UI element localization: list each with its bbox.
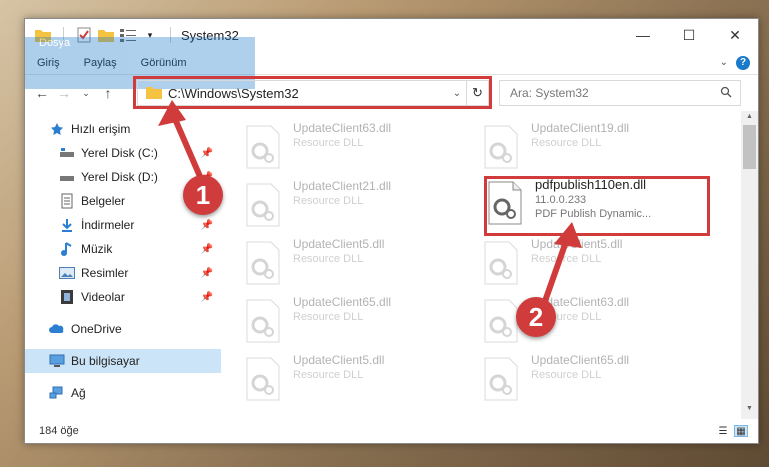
details-view-icon[interactable]: ☰ [716, 425, 730, 437]
computer-icon [49, 353, 65, 369]
sidebar-item-label: Resimler [81, 266, 129, 280]
file-list: UpdateClient63.dll Resource DLL UpdateCli… [221, 111, 758, 419]
file-description: Resource DLL [531, 137, 602, 149]
sidebar-item-label: Müzik [81, 242, 113, 256]
explorer-window: ▾ System32 — ☐ ✕ Dosya Giriş Paylaş Görü… [24, 18, 759, 444]
list-item[interactable]: UpdateClient65.dll Resource DLL [483, 353, 713, 405]
dll-file-icon [245, 183, 281, 227]
nav-gap [25, 341, 221, 349]
file-description: Resource DLL [293, 137, 364, 149]
documents-icon [59, 193, 75, 209]
list-item[interactable]: UpdateClient5.dll Resource DLL [245, 237, 475, 289]
search-icon [720, 86, 732, 101]
file-highlight-box [484, 176, 710, 236]
sidebar-item-label: Bu bilgisayar [71, 354, 140, 368]
file-name: UpdateClient19.dll [531, 121, 630, 135]
close-icon[interactable]: ✕ [712, 19, 758, 51]
list-item[interactable]: UpdateClient5.dllResource DLL [483, 237, 713, 289]
sidebar-item-label: Yerel Disk (C:) [81, 146, 158, 160]
dll-file-icon [245, 241, 281, 285]
sidebar-item-pictures[interactable]: Resimler 📌 [25, 261, 221, 285]
dll-file-icon [483, 125, 519, 169]
video-icon [59, 289, 75, 305]
file-description: Resource DLL [531, 369, 602, 381]
scroll-down-icon[interactable]: ▼ [741, 405, 758, 417]
sidebar-item-videos[interactable]: Videolar 📌 [25, 285, 221, 309]
search-input[interactable]: Ara: System32 [499, 80, 741, 106]
dll-file-icon [483, 241, 519, 285]
dll-file-icon [483, 357, 519, 401]
sidebar-item-label: OneDrive [71, 322, 122, 336]
pin-icon[interactable]: 📌 [201, 268, 213, 279]
list-item[interactable]: UpdateClient5.dll Resource DLL [245, 353, 475, 405]
file-description: Resource DLL [293, 253, 364, 265]
sidebar-item-label: Yerel Disk (D:) [81, 170, 158, 184]
dll-file-icon [245, 357, 281, 401]
status-bar: 184 öğe ☰ ▦ [25, 419, 758, 443]
drive-icon [59, 145, 75, 161]
sidebar-item-label: İndirmeler [81, 218, 135, 232]
up-arrow-icon[interactable]: ↑ [97, 85, 119, 101]
file-name: UpdateClient65.dll [531, 353, 630, 367]
sidebar-item-onedrive[interactable]: OneDrive [25, 317, 221, 341]
sidebar-item-label: Belgeler [81, 194, 126, 208]
annotation-badge-1: 1 [183, 175, 223, 215]
scrollbar-thumb[interactable] [743, 125, 756, 169]
tiles-view-icon[interactable]: ▦ [734, 425, 748, 437]
file-description: Resource DLL [293, 311, 364, 323]
minimize-icon[interactable]: — [620, 19, 666, 51]
music-icon [59, 241, 75, 257]
network-icon [49, 385, 65, 401]
view-toggle: ☰ ▦ [716, 425, 758, 437]
list-item[interactable]: UpdateClient63.dll Resource DLL [245, 121, 475, 173]
address-row: ← → ⌄ ↑ C:\Windows\System32 ⌄ ↻ Ara: Sys… [25, 75, 758, 111]
item-count: 184 öğe [39, 425, 79, 437]
drive-icon [59, 169, 75, 185]
cloud-icon [49, 321, 65, 337]
sidebar-item-music[interactable]: Müzik 📌 [25, 237, 221, 261]
window-controls: — ☐ ✕ [620, 19, 758, 51]
download-icon [59, 217, 75, 233]
ribbon-tabs: Dosya Giriş Paylaş Görünüm ⌄ ? [25, 36, 758, 89]
file-name: UpdateClient5.dll [293, 353, 385, 367]
recent-locations-icon[interactable]: ⌄ [75, 88, 97, 99]
sidebar-item-label: Ağ [71, 386, 86, 400]
nav-gap [25, 373, 221, 381]
list-item[interactable]: UpdateClient65.dll Resource DLL [245, 295, 475, 347]
dll-file-icon [245, 299, 281, 343]
help-icon[interactable]: ? [736, 55, 750, 70]
main-area: Hızlı erişim Yerel Disk (C:) 📌 Yerel Dis… [25, 111, 758, 419]
nav-gap [25, 309, 221, 317]
vertical-scrollbar[interactable]: ▲ ▼ [741, 111, 758, 419]
file-description: Resource DLL [293, 369, 364, 381]
search-placeholder: Ara: System32 [510, 86, 589, 100]
file-name: UpdateClient21.dll [293, 179, 392, 193]
star-icon [49, 121, 65, 137]
expand-ribbon-icon[interactable]: ⌄ [720, 57, 728, 68]
sidebar-item-downloads[interactable]: İndirmeler 📌 [25, 213, 221, 237]
maximize-icon[interactable]: ☐ [666, 19, 712, 51]
file-name: UpdateClient63.dll [293, 121, 392, 135]
pin-icon[interactable]: 📌 [201, 292, 213, 303]
file-name: UpdateClient5.dll [293, 237, 385, 251]
annotation-badge-2: 2 [516, 297, 556, 337]
back-arrow-icon[interactable]: ← [31, 85, 53, 101]
scroll-up-icon[interactable]: ▲ [741, 113, 758, 125]
dll-file-icon [245, 125, 281, 169]
list-item[interactable]: UpdateClient21.dll Resource DLL [245, 179, 475, 231]
pictures-icon [59, 265, 75, 281]
sidebar-item-label: Videolar [81, 290, 125, 304]
sidebar-item-network[interactable]: Ağ [25, 381, 221, 405]
dll-file-icon [483, 299, 519, 343]
file-description: Resource DLL [293, 195, 364, 207]
pin-icon[interactable]: 📌 [201, 220, 213, 231]
sidebar-item-this-pc[interactable]: Bu bilgisayar [25, 349, 221, 373]
sidebar-item-label: Hızlı erişim [71, 122, 131, 136]
forward-arrow-icon[interactable]: → [53, 85, 75, 101]
list-item[interactable]: UpdateClient19.dll Resource DLL [483, 121, 713, 173]
file-name: UpdateClient65.dll [293, 295, 392, 309]
pin-icon[interactable]: 📌 [201, 244, 213, 255]
